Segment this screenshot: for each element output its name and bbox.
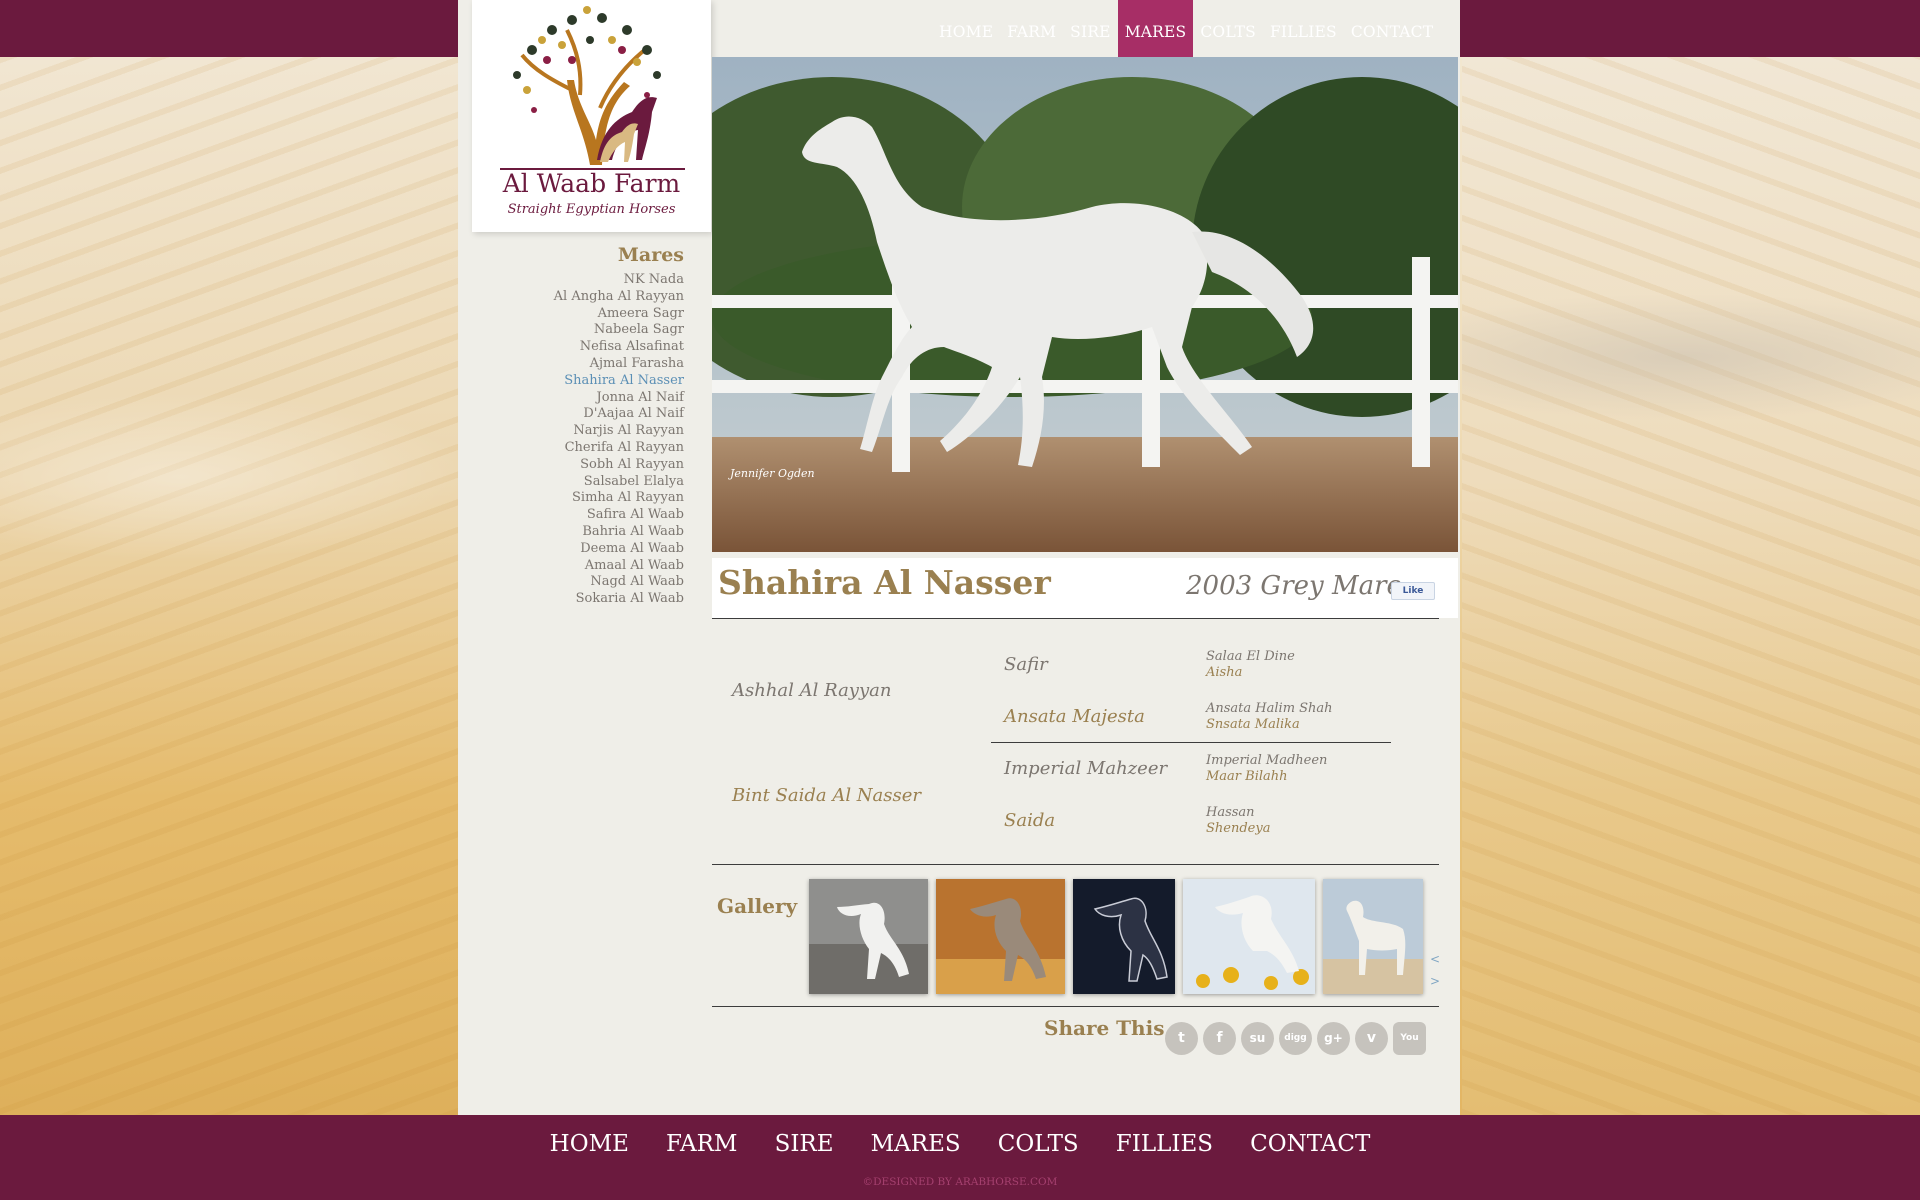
sidebar-item[interactable]: Ajmal Farasha — [540, 356, 684, 373]
gallery-thumbnail[interactable] — [1073, 879, 1175, 994]
gallery-thumbnail[interactable] — [936, 879, 1065, 994]
pedigree-g3: Snsata Malika — [1206, 717, 1300, 732]
footer-nav: HOME FARM SIRE MARES COLTS FILLIES CONTA… — [0, 1131, 1920, 1157]
tree-horse-logo-icon — [513, 6, 661, 165]
gallery-photo — [1323, 879, 1423, 994]
gallery-photo — [936, 879, 1065, 994]
stumbleupon-icon[interactable]: su — [1241, 1022, 1274, 1055]
sidebar-item[interactable]: Cherifa Al Rayyan — [540, 440, 684, 457]
sidebar-item[interactable]: Salsabel Elalya — [540, 474, 684, 491]
mares-list: NK Nada Al Angha Al Rayyan Ameera Sagr N… — [540, 272, 684, 608]
sidebar-item[interactable]: Nefisa Alsafinat — [540, 339, 684, 356]
footer-nav-contact[interactable]: CONTACT — [1250, 1131, 1370, 1157]
pedigree-divider — [991, 742, 1391, 743]
designer-credit[interactable]: ©DESIGNED BY ARABHORSE.COM — [0, 1176, 1920, 1188]
sidebar-item[interactable]: Safira Al Waab — [540, 507, 684, 524]
brand-tagline: Straight Egyptian Horses — [507, 202, 676, 217]
pedigree-g3: Salaa El Dine — [1206, 649, 1295, 664]
sidebar-item[interactable]: Sokaria Al Waab — [540, 591, 684, 608]
pedigree-dam-sire: Imperial Mahzeer — [1004, 758, 1168, 779]
desert-background-right — [1462, 57, 1920, 1115]
sidebar-item[interactable]: Simha Al Rayyan — [540, 490, 684, 507]
hero-photo: Jennifer Ogden — [712, 57, 1458, 552]
brand-name: Al Waab Farm — [502, 169, 681, 198]
main-nav: HOME FARM SIRE MARES COLTS FILLIES CONTA… — [932, 0, 1440, 74]
title-divider — [712, 618, 1439, 619]
share-label: Share This — [1044, 1016, 1165, 1040]
gallery-photo — [809, 879, 928, 994]
horse-name: Shahira Al Nasser — [718, 563, 1051, 602]
nav-sire[interactable]: SIRE — [1063, 0, 1118, 57]
sidebar-item[interactable]: Ameera Sagr — [540, 306, 684, 323]
footer-nav-fillies[interactable]: FILLIES — [1116, 1131, 1213, 1157]
pedigree-sire-sire: Safir — [1004, 654, 1048, 675]
gallery-photo — [1183, 879, 1315, 994]
gallery-thumbnail[interactable] — [809, 879, 928, 994]
nav-fillies[interactable]: FILLIES — [1263, 0, 1344, 57]
gallery-divider-top — [712, 864, 1439, 865]
pedigree-g3: Imperial Madheen — [1206, 753, 1328, 768]
nav-farm[interactable]: FARM — [1000, 0, 1063, 57]
pedigree-g3: Maar Bilahh — [1206, 769, 1288, 784]
pedigree-g3: Shendeya — [1206, 821, 1271, 836]
sidebar-item[interactable]: Sobh Al Rayyan — [540, 457, 684, 474]
footer-nav-mares[interactable]: MARES — [871, 1131, 961, 1157]
footer-nav-home[interactable]: HOME — [550, 1131, 629, 1157]
desert-background-left — [0, 57, 458, 1115]
sidebar-item-active[interactable]: Shahira Al Nasser — [540, 373, 684, 390]
youtube-icon[interactable]: You — [1393, 1022, 1426, 1055]
sidebar-item[interactable]: D'Aajaa Al Naif — [540, 406, 684, 423]
gallery-thumbnail[interactable] — [1183, 879, 1315, 994]
sidebar-item[interactable]: Nagd Al Waab — [540, 574, 684, 591]
twitter-icon[interactable]: t — [1165, 1022, 1198, 1055]
gallery-prev-arrow[interactable]: < — [1430, 952, 1440, 966]
sidebar-item[interactable]: Amaal Al Waab — [540, 558, 684, 575]
grey-mare-photo: Jennifer Ogden — [712, 57, 1458, 552]
nav-colts[interactable]: COLTS — [1193, 0, 1263, 57]
facebook-like-button[interactable]: Like — [1391, 582, 1435, 600]
nav-contact[interactable]: CONTACT — [1344, 0, 1440, 57]
vimeo-icon[interactable]: v — [1355, 1022, 1388, 1055]
pedigree-sire-dam: Ansata Majesta — [1004, 706, 1145, 727]
nav-home[interactable]: HOME — [932, 0, 1000, 57]
sidebar-item[interactable]: Narjis Al Rayyan — [540, 423, 684, 440]
pedigree-dam: Bint Saida Al Nasser — [732, 785, 922, 806]
gallery-thumbnail[interactable] — [1323, 879, 1423, 994]
pedigree-sire: Ashhal Al Rayyan — [732, 680, 892, 701]
google-plus-icon[interactable]: g+ — [1317, 1022, 1350, 1055]
nav-mares[interactable]: MARES — [1117, 0, 1194, 74]
pedigree-g3: Hassan — [1206, 805, 1255, 820]
gallery-photo — [1073, 879, 1175, 994]
footer-nav-sire[interactable]: SIRE — [775, 1131, 834, 1157]
digg-icon[interactable]: digg — [1279, 1022, 1312, 1055]
sidebar-item[interactable]: Bahria Al Waab — [540, 524, 684, 541]
sidebar-item[interactable]: Jonna Al Naif — [540, 390, 684, 407]
pedigree-g3: Ansata Halim Shah — [1206, 701, 1333, 716]
sidebar-item[interactable]: Deema Al Waab — [540, 541, 684, 558]
logo[interactable]: Al Waab Farm Straight Egyptian Horses — [472, 0, 711, 232]
sidebar-item[interactable]: NK Nada — [540, 272, 684, 289]
gallery-next-arrow[interactable]: > — [1430, 974, 1440, 988]
facebook-icon[interactable]: f — [1203, 1022, 1236, 1055]
pedigree-g3: Aisha — [1206, 665, 1243, 680]
footer-nav-farm[interactable]: FARM — [666, 1131, 737, 1157]
sidebar-item[interactable]: Nabeela Sagr — [540, 322, 684, 339]
pedigree-dam-dam: Saida — [1004, 810, 1056, 831]
gallery-divider-bottom — [712, 1006, 1439, 1007]
sidebar-heading: Mares — [617, 244, 684, 266]
photo-credit: Jennifer Ogden — [728, 467, 815, 480]
horse-description: 2003 Grey Mare — [1186, 571, 1402, 601]
gallery-label: Gallery — [717, 894, 798, 918]
sidebar-item[interactable]: Al Angha Al Rayyan — [540, 289, 684, 306]
footer-nav-colts[interactable]: COLTS — [998, 1131, 1079, 1157]
